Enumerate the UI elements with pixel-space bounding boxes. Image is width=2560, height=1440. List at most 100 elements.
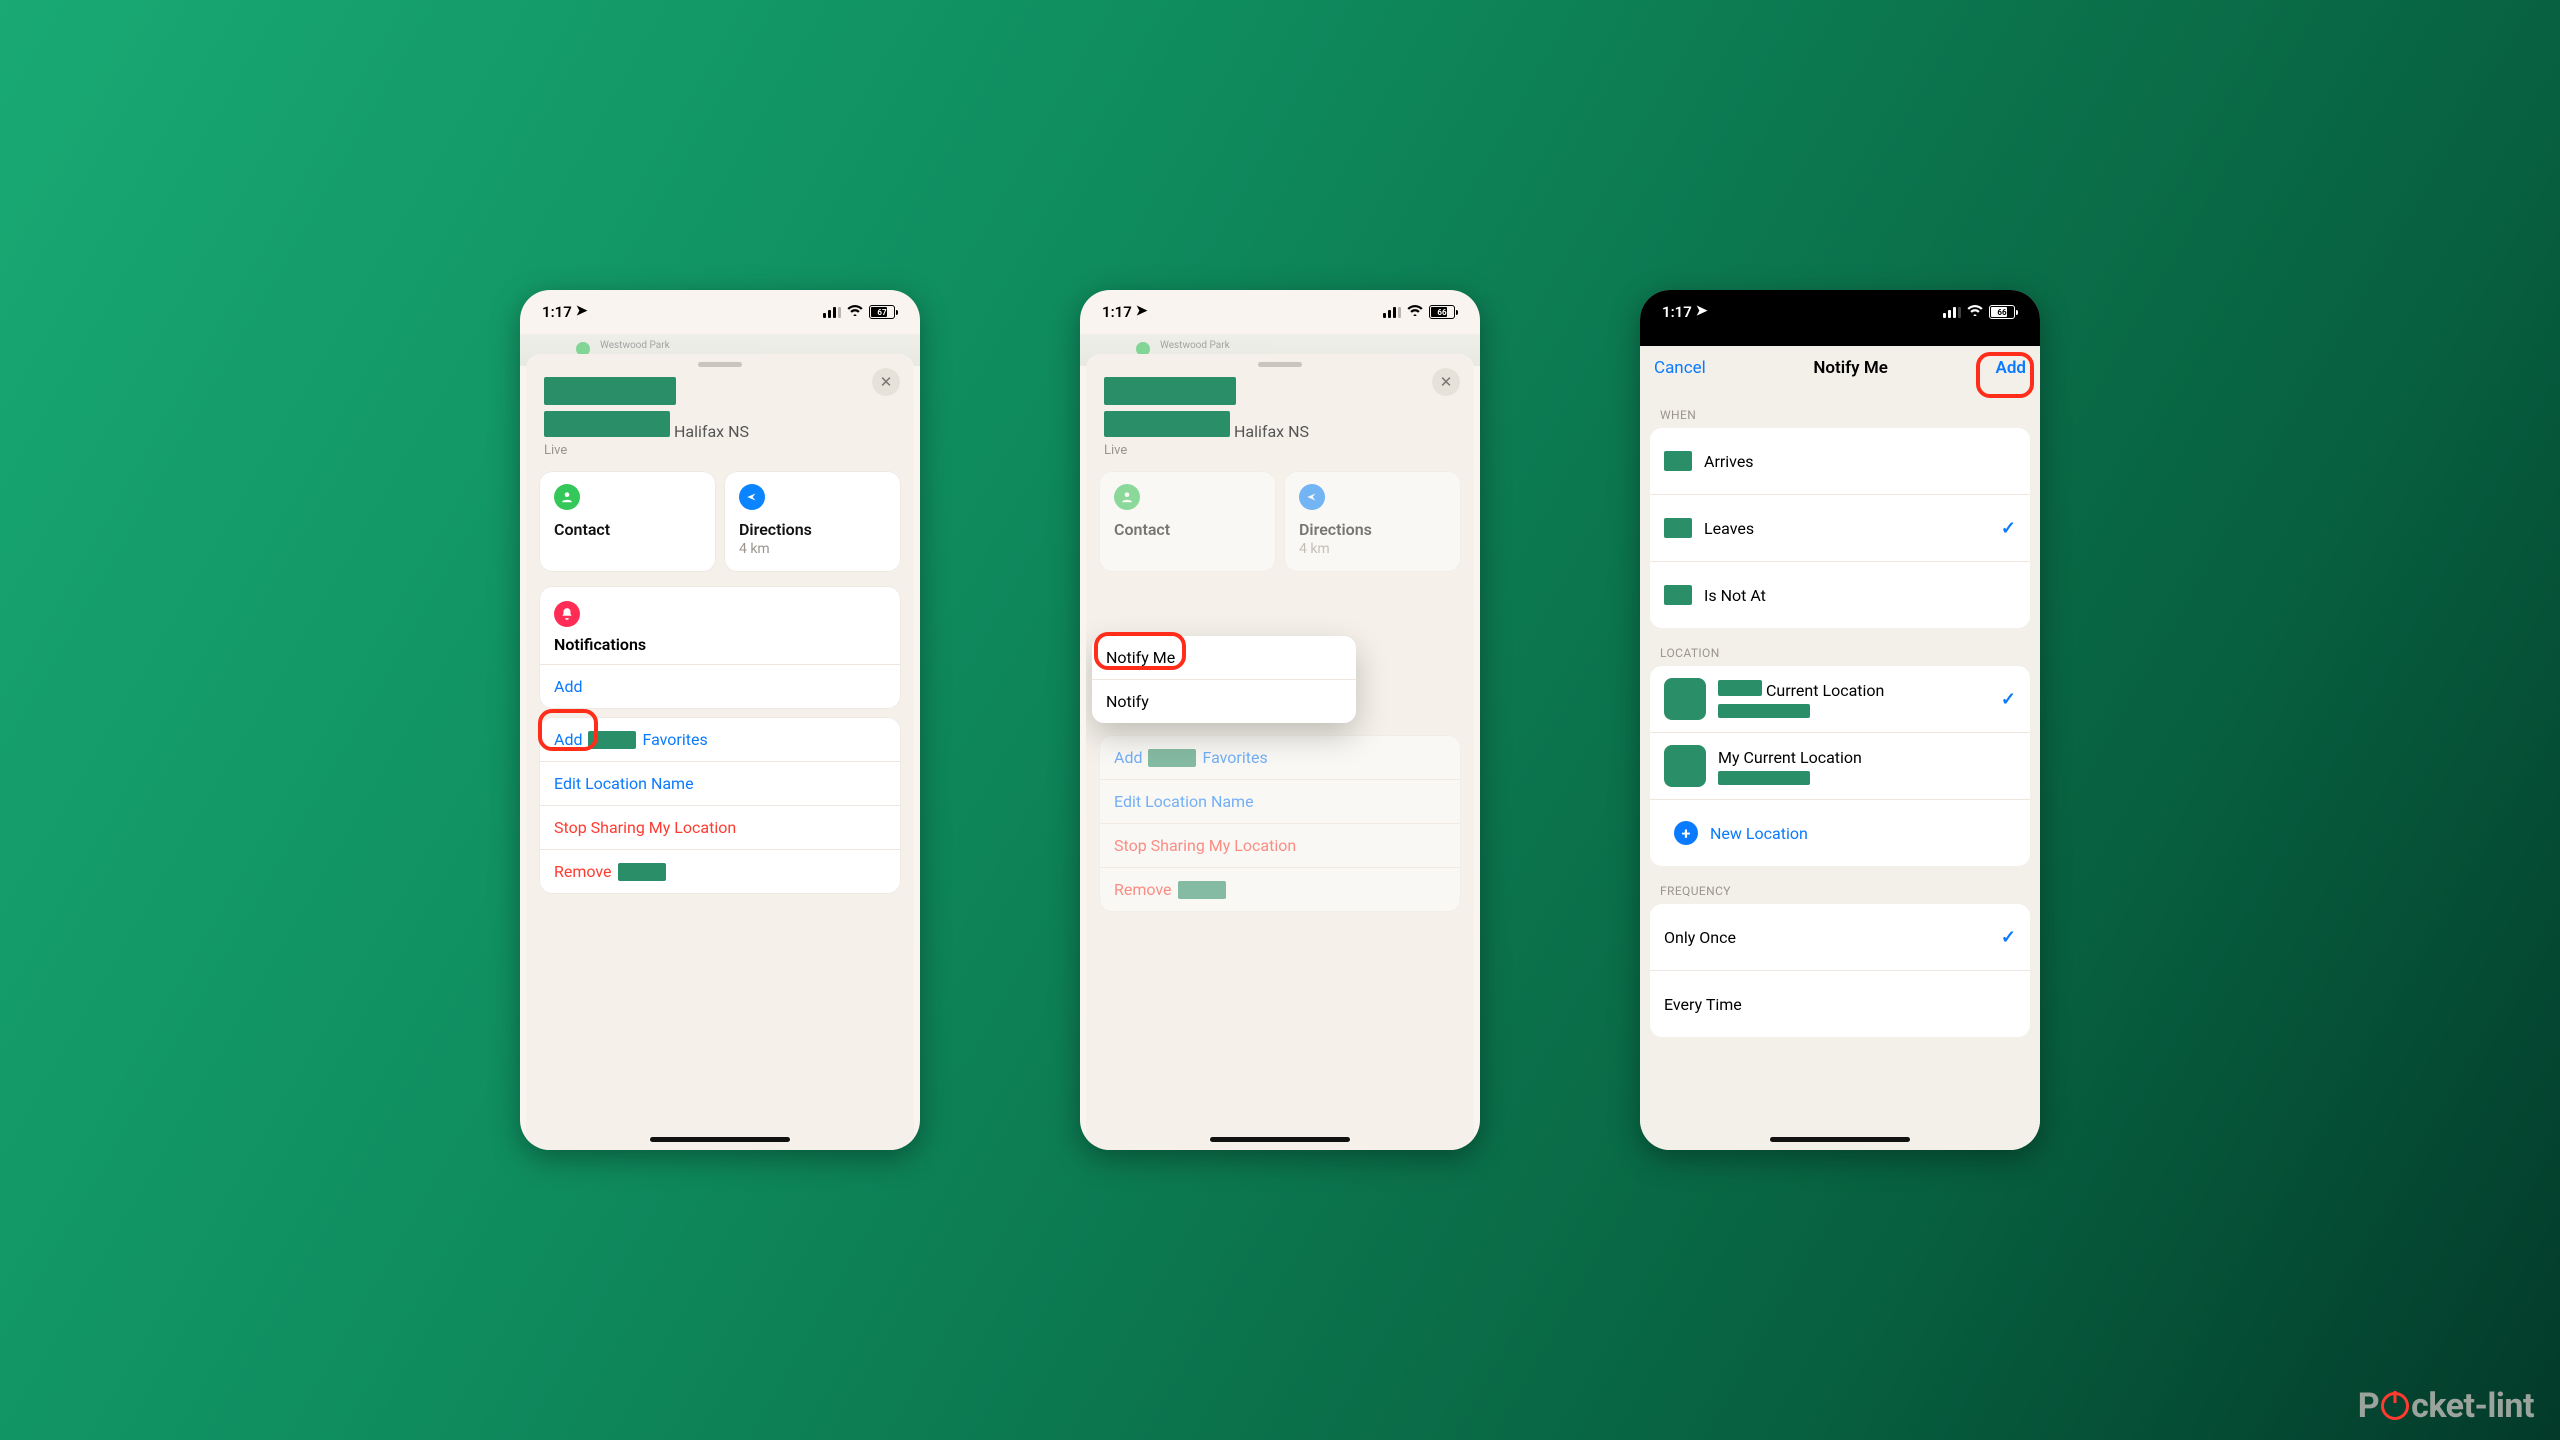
- action-cards: Contact Directions 4 km: [534, 466, 906, 577]
- location-arrow-icon: ➤: [1696, 303, 1708, 319]
- redacted-name-2: [544, 411, 670, 437]
- contact-card[interactable]: Contact: [540, 472, 715, 571]
- nav-title: Notify Me: [1813, 358, 1888, 378]
- redacted-name: [1104, 377, 1236, 405]
- edit-location-row[interactable]: Edit Location Name: [1100, 779, 1460, 823]
- location-arrow-icon: ➤: [1136, 303, 1148, 319]
- when-section-label: WHEN: [1660, 408, 2020, 422]
- notifications-header: Notifications: [540, 587, 900, 664]
- contact-label: Contact: [1114, 520, 1261, 539]
- when-isnotat-row[interactable]: Is Not At: [1650, 561, 2030, 628]
- battery-icon: 66: [1989, 305, 2018, 319]
- status-bar: 1:17 ➤ 66: [1640, 290, 2040, 334]
- contact-header: Halifax NS Live: [1094, 373, 1466, 466]
- watermark-p: P: [2358, 1386, 2379, 1426]
- notify-contact-row[interactable]: Notify: [1092, 679, 1356, 723]
- location-list: Current Location ✓ My Current Location +…: [1650, 666, 2030, 866]
- directions-icon: [1299, 484, 1325, 510]
- directions-label: Directions: [739, 520, 886, 539]
- directions-card[interactable]: Directions 4 km: [1285, 472, 1460, 571]
- add-notification-row[interactable]: Add: [540, 664, 900, 708]
- add-favorites-row[interactable]: Add Favorites: [1100, 736, 1460, 779]
- redacted-address: [1718, 771, 1810, 785]
- modal-sheet: Cancel Notify Me Add WHEN Arrives Leaves…: [1640, 346, 2040, 1150]
- map-thumb: [1664, 745, 1706, 787]
- person-icon: [554, 484, 580, 510]
- add-favorites-row[interactable]: Add Favorites: [540, 718, 900, 761]
- status-time: 1:17 ➤: [1102, 303, 1148, 321]
- time-text: 1:17: [1662, 303, 1692, 321]
- contact-header: Halifax NS Live: [534, 373, 906, 466]
- plus-icon: +: [1674, 821, 1698, 845]
- cellular-icon: [823, 306, 841, 318]
- cancel-button[interactable]: Cancel: [1654, 358, 1706, 378]
- phone-1: 1:17 ➤ 67 Westwood Park ✕ Halifax NS Liv…: [520, 290, 920, 1150]
- cellular-icon: [1383, 306, 1401, 318]
- only-once-row[interactable]: Only Once✓: [1650, 904, 2030, 970]
- checkmark-icon: ✓: [2001, 518, 2016, 539]
- notify-me-row[interactable]: Notify Me: [1092, 636, 1356, 679]
- every-time-row[interactable]: Every Time: [1650, 970, 2030, 1037]
- remove-row[interactable]: Remove: [540, 849, 900, 893]
- location-col: My Current Location: [1718, 748, 1862, 785]
- notify-menu: Notify Me Notify: [1092, 636, 1356, 723]
- when-leaves-row[interactable]: Leaves✓: [1650, 494, 2030, 561]
- redacted-inline: [1178, 881, 1226, 899]
- place-text: Halifax NS: [1234, 422, 1309, 441]
- wifi-icon: [1407, 304, 1423, 320]
- person-icon: [1114, 484, 1140, 510]
- detail-sheet: ✕ Halifax NS Live Contact Directions 4 k…: [526, 354, 914, 1150]
- close-button[interactable]: ✕: [872, 368, 900, 396]
- redacted-swatch: [1664, 451, 1692, 471]
- remove-row[interactable]: Remove: [1100, 867, 1460, 911]
- nav-bar: Cancel Notify Me Add: [1640, 346, 2040, 390]
- notifications-title: Notifications: [554, 635, 886, 654]
- redacted-inline: [1148, 749, 1196, 767]
- battery-icon: 67: [869, 305, 898, 319]
- wifi-icon: [1967, 304, 1983, 320]
- contact-card[interactable]: Contact: [1100, 472, 1275, 571]
- redacted-name: [544, 377, 676, 405]
- add-button[interactable]: Add: [1995, 358, 2026, 378]
- location-col: Current Location: [1718, 680, 1884, 718]
- stage: 1:17 ➤ 67 Westwood Park ✕ Halifax NS Liv…: [0, 0, 2560, 1440]
- redacted-name-2: [1104, 411, 1230, 437]
- time-text: 1:17: [1102, 303, 1132, 321]
- home-indicator: [1210, 1137, 1350, 1142]
- new-location-row[interactable]: + New Location: [1650, 799, 2030, 866]
- sheet-grabber[interactable]: [1258, 362, 1302, 367]
- map-thumb: [1664, 678, 1706, 720]
- redacted-inline: [1718, 680, 1762, 696]
- when-arrives-row[interactable]: Arrives: [1650, 428, 2030, 494]
- home-indicator: [650, 1137, 790, 1142]
- frequency-section-label: FREQUENCY: [1660, 884, 2020, 898]
- stop-sharing-row[interactable]: Stop Sharing My Location: [1100, 823, 1460, 867]
- my-location-row[interactable]: My Current Location: [1650, 732, 2030, 799]
- redacted-inline: [618, 863, 666, 881]
- detail-sheet: ✕ Halifax NS Live Contact Directions 4 k…: [1086, 354, 1474, 1150]
- close-button[interactable]: ✕: [1432, 368, 1460, 396]
- distance-label: 4 km: [739, 541, 886, 557]
- status-right: 66: [1383, 304, 1458, 320]
- stop-sharing-row[interactable]: Stop Sharing My Location: [540, 805, 900, 849]
- live-label: Live: [544, 443, 896, 458]
- home-indicator: [1770, 1137, 1910, 1142]
- bell-icon: [554, 601, 580, 627]
- their-location-row[interactable]: Current Location ✓: [1650, 666, 2030, 732]
- sheet-grabber[interactable]: [698, 362, 742, 367]
- status-time: 1:17 ➤: [542, 303, 588, 321]
- wifi-icon: [847, 304, 863, 320]
- watermark: P cket-lint: [2358, 1386, 2534, 1426]
- phone-2: 1:17 ➤ 66 Westwood Park ✕ Halifax NS Liv…: [1080, 290, 1480, 1150]
- directions-card[interactable]: Directions 4 km: [725, 472, 900, 571]
- contact-label: Contact: [554, 520, 701, 539]
- location-section-label: LOCATION: [1660, 646, 2020, 660]
- cellular-icon: [1943, 306, 1961, 318]
- new-location-label: New Location: [1710, 824, 1808, 843]
- redacted-address: [1718, 704, 1810, 718]
- add-label: Add: [554, 677, 582, 696]
- edit-location-row[interactable]: Edit Location Name: [540, 761, 900, 805]
- time-text: 1:17: [542, 303, 572, 321]
- watermark-rest: cket-lint: [2411, 1386, 2534, 1426]
- battery-icon: 66: [1429, 305, 1458, 319]
